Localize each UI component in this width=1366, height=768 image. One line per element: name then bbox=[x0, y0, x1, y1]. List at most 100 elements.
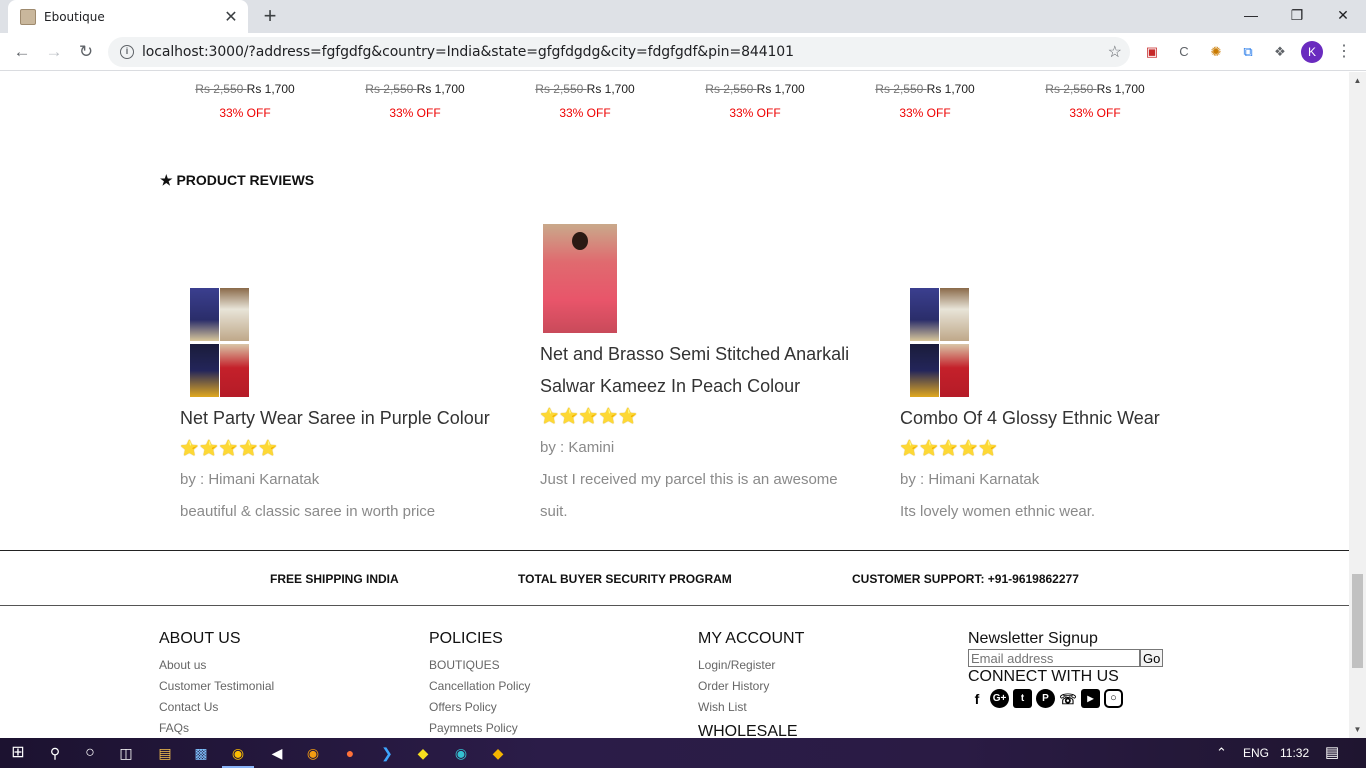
extensions-puzzle-icon[interactable]: ❖ bbox=[1271, 43, 1289, 61]
footer-link-about-us[interactable]: About us bbox=[159, 655, 274, 676]
minimize-button[interactable]: — bbox=[1228, 0, 1274, 30]
newsletter-go-button[interactable]: Go bbox=[1140, 649, 1164, 667]
connect-heading: CONNECT WITH US bbox=[968, 668, 1119, 685]
browser-tab[interactable]: Eboutique ✕ bbox=[8, 0, 248, 33]
desktop-icon[interactable]: ▩ bbox=[190, 743, 212, 763]
social-links: f G+ t P ☏ ▶ ○ bbox=[968, 689, 1163, 709]
price-item[interactable]: Rs 2,550 Rs 1,700 33% OFF bbox=[330, 82, 500, 120]
twitter-icon[interactable]: t bbox=[1013, 689, 1032, 708]
review-text: beautiful & classic saree in worth price bbox=[180, 503, 436, 520]
youtube-icon[interactable]: ▶ bbox=[1081, 689, 1100, 708]
review-author: by : Himani Karnatak bbox=[900, 471, 1040, 488]
footer-link-payments[interactable]: Paymnets Policy bbox=[429, 718, 530, 738]
buyer-security-label: TOTAL BUYER SECURITY PROGRAM bbox=[518, 572, 732, 586]
product-image[interactable] bbox=[190, 288, 252, 398]
scroll-up-arrow-icon[interactable]: ▲ bbox=[1349, 72, 1366, 89]
tab-close-icon[interactable]: ✕ bbox=[222, 7, 240, 27]
firefox-icon[interactable]: ● bbox=[339, 743, 361, 763]
review-product-name[interactable]: Net Party Wear Saree in Purple Colour bbox=[180, 402, 520, 434]
discount-label: 33% OFF bbox=[559, 106, 611, 120]
address-bar[interactable]: i localhost:3000/?address=fgfgdfg&countr… bbox=[108, 37, 1130, 67]
task-view-icon[interactable]: ◫ bbox=[115, 743, 137, 763]
review-product-name[interactable]: Combo Of 4 Glossy Ethnic Wear bbox=[900, 402, 1240, 434]
newsletter-email-input[interactable] bbox=[968, 649, 1140, 667]
new-tab-button[interactable]: + bbox=[258, 4, 282, 28]
cortana-icon[interactable]: ○ bbox=[79, 743, 101, 763]
google-plus-icon[interactable]: G+ bbox=[990, 689, 1009, 708]
product-image[interactable] bbox=[543, 224, 617, 333]
extension-bug-icon[interactable]: ✺ bbox=[1207, 43, 1225, 61]
footer-link-faqs[interactable]: FAQs bbox=[159, 718, 274, 738]
price-item[interactable]: Rs 2,550 Rs 1,700 33% OFF bbox=[160, 82, 330, 120]
extension-c-icon[interactable]: C bbox=[1175, 43, 1193, 61]
discount-label: 33% OFF bbox=[729, 106, 781, 120]
old-price: Rs 2,550 bbox=[1045, 82, 1097, 96]
pinterest-icon[interactable]: P bbox=[1036, 689, 1055, 708]
reload-icon[interactable]: ↻ bbox=[72, 39, 100, 65]
star-rating: ⭐⭐⭐⭐⭐ bbox=[540, 408, 639, 425]
page-viewport: Rs 2,550 Rs 1,700 33% OFF Rs 2,550 Rs 1,… bbox=[0, 72, 1349, 738]
scrollbar-thumb[interactable] bbox=[1352, 574, 1363, 668]
edge-icon[interactable]: ◉ bbox=[450, 743, 472, 763]
app-icon[interactable]: ◆ bbox=[412, 743, 434, 763]
facebook-icon[interactable]: f bbox=[968, 689, 986, 709]
windows-start-icon[interactable]: ⊞ bbox=[7, 743, 29, 763]
scroll-down-arrow-icon[interactable]: ▼ bbox=[1349, 721, 1366, 738]
vscode-icon[interactable]: ❯ bbox=[376, 743, 398, 763]
chrome-icon[interactable]: ◉ bbox=[227, 743, 249, 763]
discount-label: 33% OFF bbox=[389, 106, 441, 120]
forward-arrow-icon[interactable]: → bbox=[40, 39, 68, 65]
footer-link-testimonial[interactable]: Customer Testimonial bbox=[159, 676, 274, 697]
footer-link-contact[interactable]: Contact Us bbox=[159, 697, 274, 718]
search-icon[interactable]: ⚲ bbox=[44, 743, 66, 763]
footer-link-offers[interactable]: Offers Policy bbox=[429, 697, 530, 718]
bookmark-star-icon[interactable]: ☆ bbox=[1108, 42, 1122, 62]
price-item[interactable]: Rs 2,550 Rs 1,700 33% OFF bbox=[500, 82, 670, 120]
whatsapp-icon[interactable]: ☏ bbox=[1059, 689, 1077, 709]
footer-link-wishlist[interactable]: Wish List bbox=[698, 697, 804, 718]
footer-policies-heading: POLICIES bbox=[429, 630, 503, 647]
instagram-icon[interactable]: ○ bbox=[1104, 689, 1123, 708]
new-price: Rs 1,700 bbox=[926, 82, 975, 96]
footer-link-boutiques[interactable]: BOUTIQUES bbox=[429, 655, 530, 676]
price-item[interactable]: Rs 2,550 Rs 1,700 33% OFF bbox=[1010, 82, 1180, 120]
back-arrow-icon[interactable]: ← bbox=[8, 39, 36, 65]
language-indicator[interactable]: ENG bbox=[1243, 738, 1269, 768]
browser-menu-icon[interactable]: ⋮ bbox=[1336, 42, 1352, 62]
restore-button[interactable]: ❐ bbox=[1274, 0, 1320, 30]
star-rating: ⭐⭐⭐⭐⭐ bbox=[900, 440, 999, 457]
windows-taskbar: ⊞ ⚲ ○ ◫ ▤ ▩ ◉ ◀ ◉ ● ❯ ◆ ◉ ◆ ⌃ ENG 11:32 … bbox=[0, 738, 1366, 768]
extension-pocket-icon[interactable]: ▣ bbox=[1143, 43, 1161, 61]
profile-avatar[interactable]: K bbox=[1301, 41, 1323, 63]
file-explorer-icon[interactable]: ▤ bbox=[154, 743, 176, 763]
footer-about-heading: ABOUT US bbox=[159, 630, 241, 647]
git-icon[interactable]: ◆ bbox=[487, 743, 509, 763]
price-item[interactable]: Rs 2,550 Rs 1,700 33% OFF bbox=[670, 82, 840, 120]
notifications-icon[interactable]: ▤ bbox=[1325, 738, 1339, 768]
blender-icon[interactable]: ◉ bbox=[302, 743, 324, 763]
footer-link-orders[interactable]: Order History bbox=[698, 676, 804, 697]
window-close-button[interactable]: ✕ bbox=[1320, 0, 1366, 30]
price-item[interactable]: Rs 2,550 Rs 1,700 33% OFF bbox=[840, 82, 1010, 120]
clock[interactable]: 11:32 bbox=[1280, 738, 1309, 768]
tab-title: Eboutique bbox=[44, 9, 105, 24]
footer-link-cancellation[interactable]: Cancellation Policy bbox=[429, 676, 530, 697]
review-card: Net Party Wear Saree in Purple Colour ⭐⭐… bbox=[180, 402, 520, 528]
review-text: Just I received my parcel this is an awe… bbox=[540, 471, 838, 520]
new-price: Rs 1,700 bbox=[1096, 82, 1145, 96]
site-info-icon[interactable]: i bbox=[120, 45, 134, 59]
old-price: Rs 2,550 bbox=[535, 82, 587, 96]
old-price: Rs 2,550 bbox=[195, 82, 247, 96]
product-image[interactable] bbox=[910, 288, 972, 398]
address-url[interactable]: localhost:3000/?address=fgfgdfg&country=… bbox=[142, 44, 794, 60]
media-player-icon[interactable]: ◀ bbox=[266, 743, 288, 763]
page-scrollbar[interactable]: ▲ ▼ bbox=[1349, 72, 1366, 738]
extension-translate-icon[interactable]: ⧉ bbox=[1239, 43, 1257, 61]
footer-link-login[interactable]: Login/Register bbox=[698, 655, 804, 676]
browser-tabstrip: Eboutique ✕ + — ❐ ✕ bbox=[0, 0, 1366, 33]
tray-expand-icon[interactable]: ⌃ bbox=[1216, 738, 1227, 768]
new-price: Rs 1,700 bbox=[586, 82, 635, 96]
site-favicon-icon bbox=[20, 8, 36, 25]
footer-policies-column: POLICIES BOUTIQUES Cancellation Policy O… bbox=[429, 629, 530, 738]
review-product-name[interactable]: Net and Brasso Semi Stitched Anarkali Sa… bbox=[540, 338, 880, 402]
